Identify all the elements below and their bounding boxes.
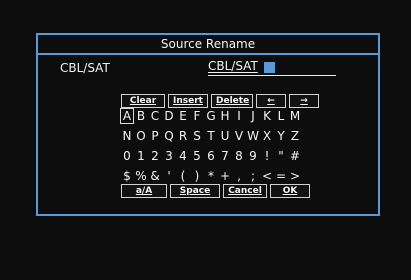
key-2-2[interactable]: 2 <box>148 148 162 164</box>
key-0-5[interactable]: F <box>190 108 204 124</box>
key-2-7[interactable]: 7 <box>218 148 232 164</box>
key-0-3[interactable]: D <box>162 108 176 124</box>
key-0-0[interactable]: A <box>120 108 134 124</box>
key-1-11[interactable]: Y <box>274 128 288 144</box>
key-3-11[interactable]: = <box>274 168 288 184</box>
source-row: CBL/SAT CBL/SAT <box>38 59 378 77</box>
key-1-2[interactable]: P <box>148 128 162 144</box>
key-2-6[interactable]: 6 <box>204 148 218 164</box>
key-0-9[interactable]: J <box>246 108 260 124</box>
key-1-6[interactable]: T <box>204 128 218 144</box>
tv-screen: Source Rename CBL/SAT CBL/SAT Clear Inse… <box>0 0 411 280</box>
key-2-1[interactable]: 1 <box>134 148 148 164</box>
key-1-10[interactable]: X <box>260 128 274 144</box>
key-0-11[interactable]: L <box>274 108 288 124</box>
keyboard-row-2: NOPQRSTUVWXYZ <box>120 128 302 144</box>
key-1-12[interactable]: Z <box>288 128 302 144</box>
keyboard-row-4: $% & '() * +,; < = > <box>120 168 302 184</box>
source-label: CBL/SAT <box>60 61 110 75</box>
key-2-5[interactable]: 5 <box>190 148 204 164</box>
key-0-8[interactable]: I <box>232 108 246 124</box>
key-3-1[interactable]: % <box>134 168 148 184</box>
clear-button[interactable]: Clear <box>121 94 165 108</box>
key-2-8[interactable]: 8 <box>232 148 246 164</box>
key-3-5[interactable]: ) <box>190 168 204 184</box>
key-1-1[interactable]: O <box>134 128 148 144</box>
key-3-2[interactable]: & <box>148 168 162 184</box>
cancel-button[interactable]: Cancel <box>223 184 267 198</box>
insert-button[interactable]: Insert <box>168 94 208 108</box>
key-3-8[interactable]: , <box>232 168 246 184</box>
delete-button[interactable]: Delete <box>211 94 253 108</box>
key-3-6[interactable]: * <box>204 168 218 184</box>
key-0-12[interactable]: M <box>288 108 302 124</box>
key-1-8[interactable]: V <box>232 128 246 144</box>
dialog-title: Source Rename <box>38 35 378 55</box>
key-2-10[interactable]: ! <box>260 148 274 164</box>
key-0-6[interactable]: G <box>204 108 218 124</box>
key-2-4[interactable]: 4 <box>176 148 190 164</box>
keyboard-row-3: 0 1 2 3 4 5 6 7 8 9! " # <box>120 148 302 164</box>
key-2-11[interactable]: " <box>274 148 288 164</box>
key-2-12[interactable]: # <box>288 148 302 164</box>
key-1-9[interactable]: W <box>246 128 260 144</box>
key-1-4[interactable]: R <box>176 128 190 144</box>
key-3-3[interactable]: ' <box>162 168 176 184</box>
key-0-4[interactable]: E <box>176 108 190 124</box>
key-3-12[interactable]: > <box>288 168 302 184</box>
key-0-7[interactable]: H <box>218 108 232 124</box>
key-2-9[interactable]: 9 <box>246 148 260 164</box>
cursor-right-button[interactable]: → <box>289 94 319 108</box>
key-1-0[interactable]: N <box>120 128 134 144</box>
key-2-3[interactable]: 3 <box>162 148 176 164</box>
key-3-9[interactable]: ; <box>246 168 260 184</box>
key-1-5[interactable]: S <box>190 128 204 144</box>
case-toggle-button[interactable]: a/A <box>121 184 167 198</box>
key-0-10[interactable]: K <box>260 108 274 124</box>
source-rename-dialog: Source Rename CBL/SAT CBL/SAT Clear Inse… <box>36 33 380 216</box>
cursor-left-button[interactable]: ← <box>256 94 286 108</box>
mode-button-row: a/A Space Cancel OK <box>121 184 313 198</box>
key-1-3[interactable]: Q <box>162 128 176 144</box>
key-0-2[interactable]: C <box>148 108 162 124</box>
key-3-4[interactable]: ( <box>176 168 190 184</box>
keyboard-row-1: ABCDEFGHIJKLM <box>120 108 302 124</box>
space-button[interactable]: Space <box>170 184 220 198</box>
edit-button-row: Clear Insert Delete ← → <box>121 94 322 108</box>
key-3-0[interactable]: $ <box>120 168 134 184</box>
text-cursor <box>264 62 275 73</box>
ok-button[interactable]: OK <box>270 184 310 198</box>
key-2-0[interactable]: 0 <box>120 148 134 164</box>
key-0-1[interactable]: B <box>134 108 148 124</box>
key-1-7[interactable]: U <box>218 128 232 144</box>
key-3-10[interactable]: < <box>260 168 274 184</box>
key-3-7[interactable]: + <box>218 168 232 184</box>
